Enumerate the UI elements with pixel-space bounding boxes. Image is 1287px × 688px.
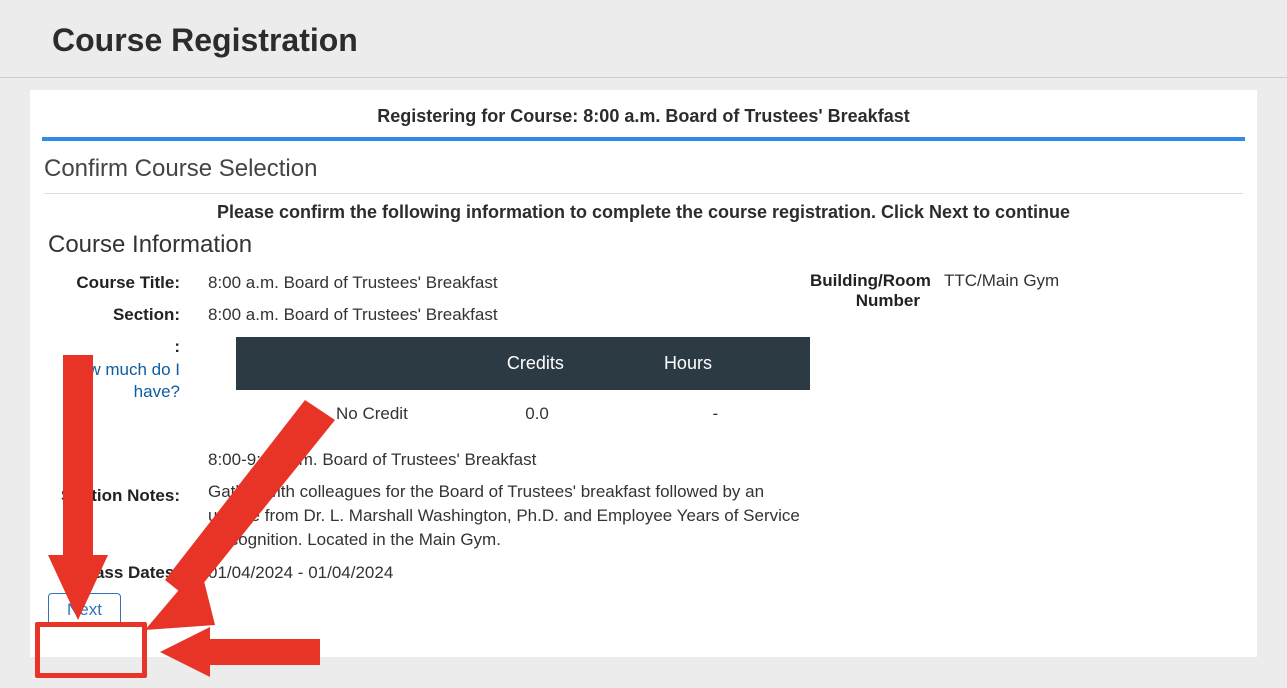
registering-course-name: 8:00 a.m. Board of Trustees' Breakfast [583, 106, 909, 126]
section-notes-label: Section Notes: [50, 450, 180, 506]
title-divider [0, 77, 1287, 78]
credits-row-credits: 0.0 [478, 404, 596, 424]
registering-prefix: Registering for Course: [377, 106, 583, 126]
credits-table-row: No Credit 0.0 - [236, 390, 810, 438]
section-notes-line1: 8:00-9:10 a.m. Board of Trustees' Breakf… [208, 450, 810, 470]
course-title-value: 8:00 a.m. Board of Trustees' Breakfast [208, 273, 810, 293]
credits-th-blank2 [764, 353, 810, 374]
section-notes-value: 8:00-9:10 a.m. Board of Trustees' Breakf… [208, 450, 810, 551]
building-label: Building/Room Number [810, 271, 920, 589]
credits-row-name: No Credit [236, 404, 478, 424]
confirm-instruction: Please confirm the following information… [30, 202, 1257, 231]
section-value: 8:00 a.m. Board of Trustees' Breakfast [208, 305, 810, 325]
building-value: TTC/Main Gym [944, 271, 1059, 589]
next-button[interactable]: Next [48, 593, 121, 627]
credits-th-blank [236, 353, 459, 374]
registration-card: Registering for Course: 8:00 a.m. Board … [30, 90, 1257, 657]
credits-row-hours: - [596, 404, 774, 424]
page-title: Course Registration [30, 0, 1257, 77]
credits-th-hours: Hours [612, 353, 765, 374]
credits-table-header: Credits Hours [236, 337, 810, 390]
course-title-label: Course Title: [50, 273, 180, 293]
class-dates-value: 01/04/2024 - 01/04/2024 [208, 563, 810, 583]
sub-heading-divider [44, 193, 1243, 194]
credits-colon-label: : [50, 337, 180, 357]
registering-header: Registering for Course: 8:00 a.m. Board … [30, 102, 1257, 137]
how-much-link[interactable]: How much do I have? [67, 360, 180, 401]
credits-th-credits: Credits [459, 353, 612, 374]
section-notes-body: Gather with colleagues for the Board of … [208, 480, 810, 551]
class-dates-label: Class Dates: [50, 563, 180, 583]
course-info-heading: Course Information [30, 231, 1257, 267]
confirm-selection-heading: Confirm Course Selection [30, 141, 1257, 193]
section-label: Section: [50, 305, 180, 325]
